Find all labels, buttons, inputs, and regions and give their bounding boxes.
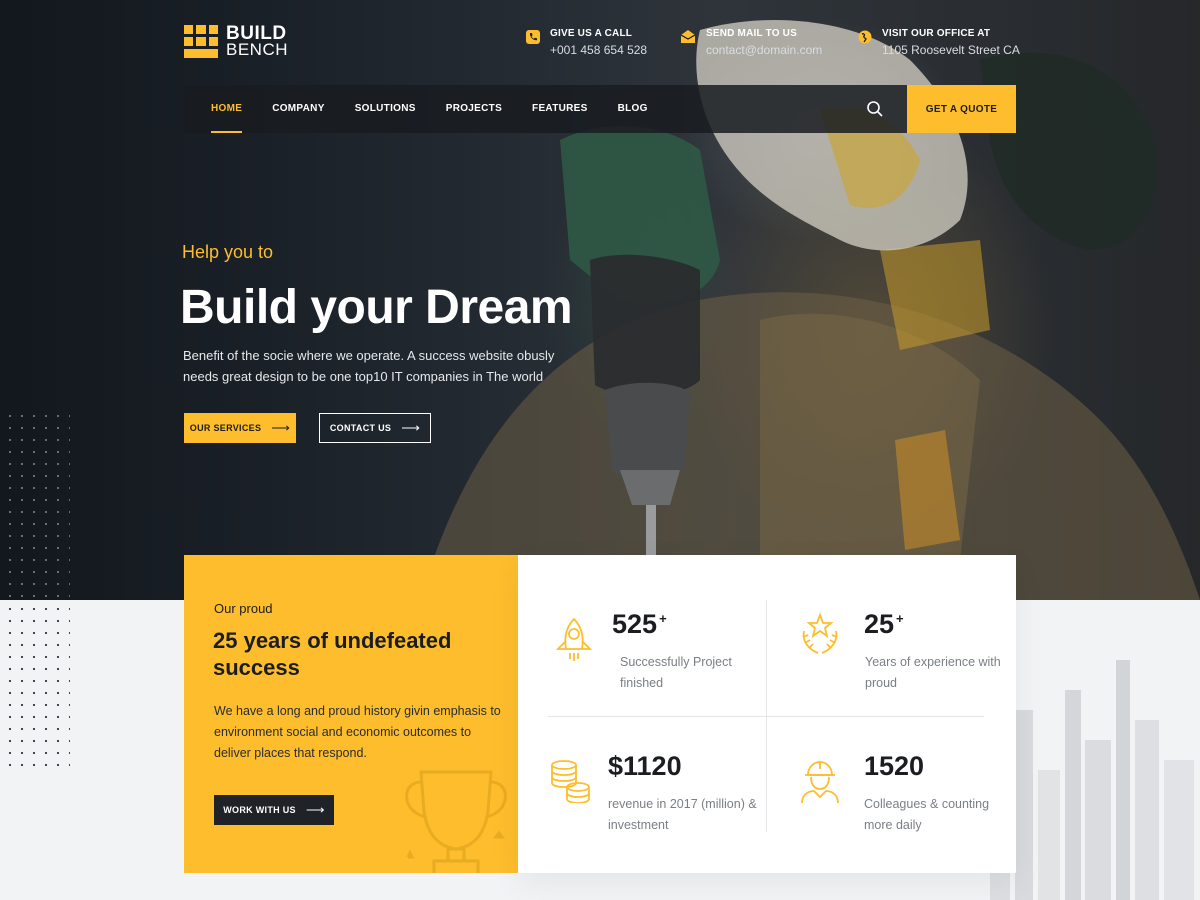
star-laurel-icon [802,613,838,654]
decorative-dot-grid [4,410,70,600]
hero-kicker: Help you to [182,242,274,262]
stat-value: 525 + [612,609,667,639]
work-with-us-label: WORK WITH US [223,805,296,815]
brand-logo[interactable]: BUILD BENCH [184,24,289,59]
stats-panel: 525 + Successfully Project finished 25 + Y… [518,555,1016,873]
worker-icon [801,761,839,803]
contact-value: 1105 Roosevelt Street CA [882,43,1020,57]
nav-item-solutions[interactable]: SOLUTIONS [355,85,416,133]
stat-label: Years of experience with proud [865,655,1001,690]
stat-value: 25 + [864,609,904,639]
decorative-dot-grid [4,603,70,768]
nav-item-projects[interactable]: PROJECTS [446,85,502,133]
stat-value: 1520 [864,751,925,781]
logo-line-2: BENCH [226,39,289,59]
phone-icon [526,30,540,44]
contact-title: GIVE US A CALL [550,28,633,39]
nav-item-blog[interactable]: BLOG [618,85,648,133]
contact-mail[interactable]: SEND MAIL TO US contact@domain.com [680,28,822,57]
contact-phone[interactable]: GIVE US A CALL +001 458 654 528 [526,28,647,57]
arrow-right-icon: ⟶ [305,802,325,817]
stat-label: Colleagues & counting more daily [864,797,990,832]
nav-item-company[interactable]: COMPANY [272,85,324,133]
rocket-icon [555,617,593,661]
contact-us-label: CONTACT US [329,423,392,433]
contact-value: contact@domain.com [706,43,823,57]
divider [548,716,984,717]
contact-office[interactable]: VISIT OUR OFFICE AT 1105 Roosevelt Stree… [858,28,1020,57]
logo-bricks-icon [184,25,218,58]
contact-title: SEND MAIL TO US [706,28,797,39]
about-panel: Our proud 25 years of undefeated success… [184,555,518,873]
about-title: 25 years of undefeated success [213,628,452,680]
coins-icon [551,760,590,803]
arrow-right-icon: ⟶ [401,420,421,435]
nav-item-home[interactable]: HOME [211,85,243,133]
stat-value: $1120 [608,751,682,781]
our-services-button[interactable]: OUR SERVICES ⟶ [184,413,296,443]
main-navigation: HOME COMPANY SOLUTIONS PROJECTS FEATURES… [184,85,1016,133]
nav-item-features[interactable]: FEATURES [532,85,588,133]
mail-icon [680,30,696,43]
contact-title: VISIT OUR OFFICE AT [882,28,991,39]
globe-icon [858,30,872,44]
stat-label: Successfully Project finished [620,655,732,690]
get-a-quote-button[interactable]: GET A QUOTE [907,85,1016,133]
work-with-us-button[interactable]: WORK WITH US ⟶ [214,795,334,825]
our-services-label: OUR SERVICES [189,423,262,433]
about-text: We have a long and proud history givin e… [214,704,501,760]
trophy-icon [405,770,507,873]
contact-value: +001 458 654 528 [550,43,648,57]
stat-label: revenue in 2017 (million) & investment [608,797,757,832]
hero-subtitle: Benefit of the socie where we operate. A… [183,348,555,384]
search-icon[interactable] [866,100,884,118]
hero-title: Build your Dream [180,281,573,334]
arrow-right-icon: ⟶ [271,420,291,435]
about-kicker: Our proud [214,601,273,616]
contact-us-button[interactable]: CONTACT US ⟶ [319,413,431,443]
